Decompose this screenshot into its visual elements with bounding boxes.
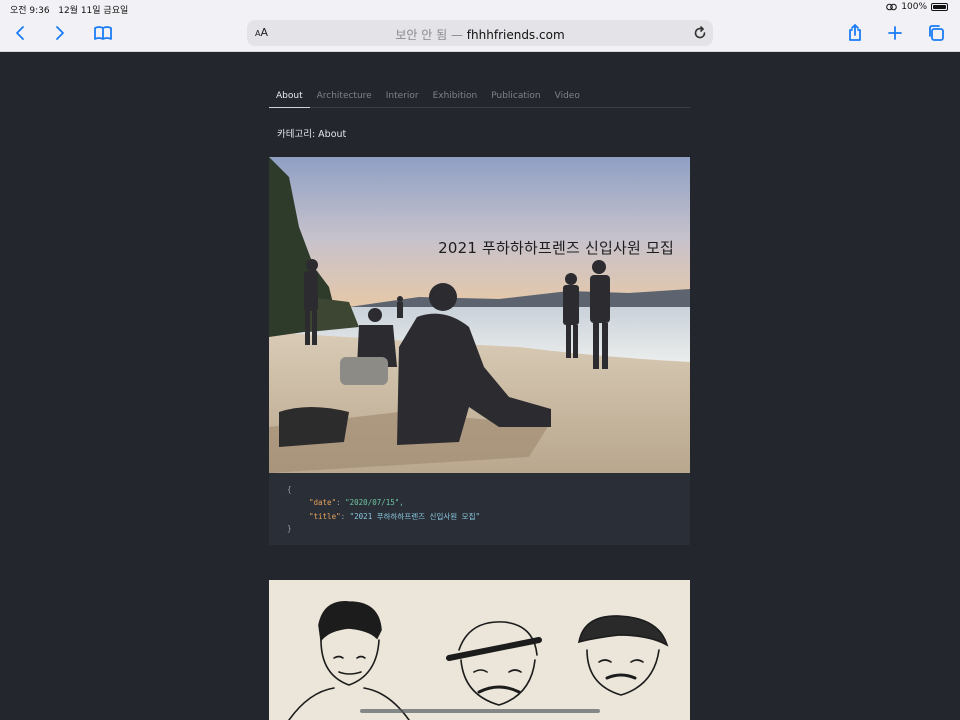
tabs-icon — [929, 25, 944, 41]
code-title-value: "2021 푸하하하프렌즈 신입사원 모집" — [349, 512, 480, 521]
battery-icon — [931, 3, 948, 11]
tab-exhibition[interactable]: Exhibition — [426, 90, 485, 108]
add-tab-icon — [888, 26, 902, 40]
post-overlay-title: 2021 푸하하하프렌즈 신입사원 모집 — [438, 239, 674, 257]
add-tab-button[interactable] — [883, 21, 907, 45]
sketch-drawing — [288, 601, 669, 720]
post-image-sketch[interactable] — [269, 580, 690, 720]
bookmarks-icon — [94, 26, 112, 40]
bookmarks-button[interactable] — [91, 21, 115, 45]
category-heading: 카테고리: About — [277, 129, 347, 140]
code-close-brace: } — [287, 524, 292, 533]
tab-architecture[interactable]: Architecture — [310, 90, 379, 108]
share-button[interactable] — [843, 21, 867, 45]
code-open-brace: { — [287, 485, 292, 494]
tab-video[interactable]: Video — [548, 90, 587, 108]
tab-publication[interactable]: Publication — [484, 90, 547, 108]
forward-icon — [56, 26, 64, 40]
code-date-key: "date" — [309, 498, 337, 507]
status-bar: 오전 9:36 12월 11일 금요일 100% — [0, 0, 960, 16]
wifi-icon — [886, 3, 898, 11]
browser-toolbar: AA 보안 안 됨 — fhhhfriends.com — [0, 16, 960, 52]
post-image-beach[interactable]: 2021 푸하하하프렌즈 신입사원 모집 — [269, 157, 690, 473]
status-time-text: 오전 9:36 — [10, 6, 50, 16]
status-date: 12월 11일 금요일 — [58, 6, 129, 16]
share-icon — [849, 24, 861, 41]
forward-button[interactable] — [48, 21, 72, 45]
status-time: 오전 9:36 12월 11일 금요일 — [10, 3, 128, 16]
category-tabs: About Architecture Interior Exhibition P… — [269, 90, 690, 108]
tabs-button[interactable] — [924, 21, 948, 45]
reload-icon — [694, 26, 706, 39]
code-date-line: "date": "2020/07/15", — [309, 498, 404, 507]
battery-percent: 100% — [901, 2, 927, 12]
code-title-key: "title" — [309, 512, 341, 521]
back-icon — [16, 26, 24, 40]
back-button[interactable] — [8, 21, 32, 45]
insecure-label: 보안 안 됨 — — [395, 28, 463, 42]
home-indicator — [360, 709, 600, 713]
beach-photo — [269, 157, 690, 473]
post-code-block: { "date": "2020/07/15", "title": "2021 푸… — [269, 473, 690, 545]
tab-interior[interactable]: Interior — [379, 90, 426, 108]
web-page: About Architecture Interior Exhibition P… — [0, 53, 960, 720]
domain-label: fhhhfriends.com — [466, 28, 565, 42]
address-bar[interactable]: AA 보안 안 됨 — fhhhfriends.com — [247, 20, 713, 46]
code-date-value: "2020/07/15", — [345, 498, 404, 507]
reload-button[interactable] — [693, 25, 707, 44]
status-right: 100% — [886, 2, 948, 12]
code-title-line: "title": "2021 푸하하하프렌즈 신입사원 모집" — [309, 512, 480, 521]
url-display[interactable]: 보안 안 됨 — fhhhfriends.com — [247, 26, 713, 43]
tab-about[interactable]: About — [269, 90, 310, 108]
